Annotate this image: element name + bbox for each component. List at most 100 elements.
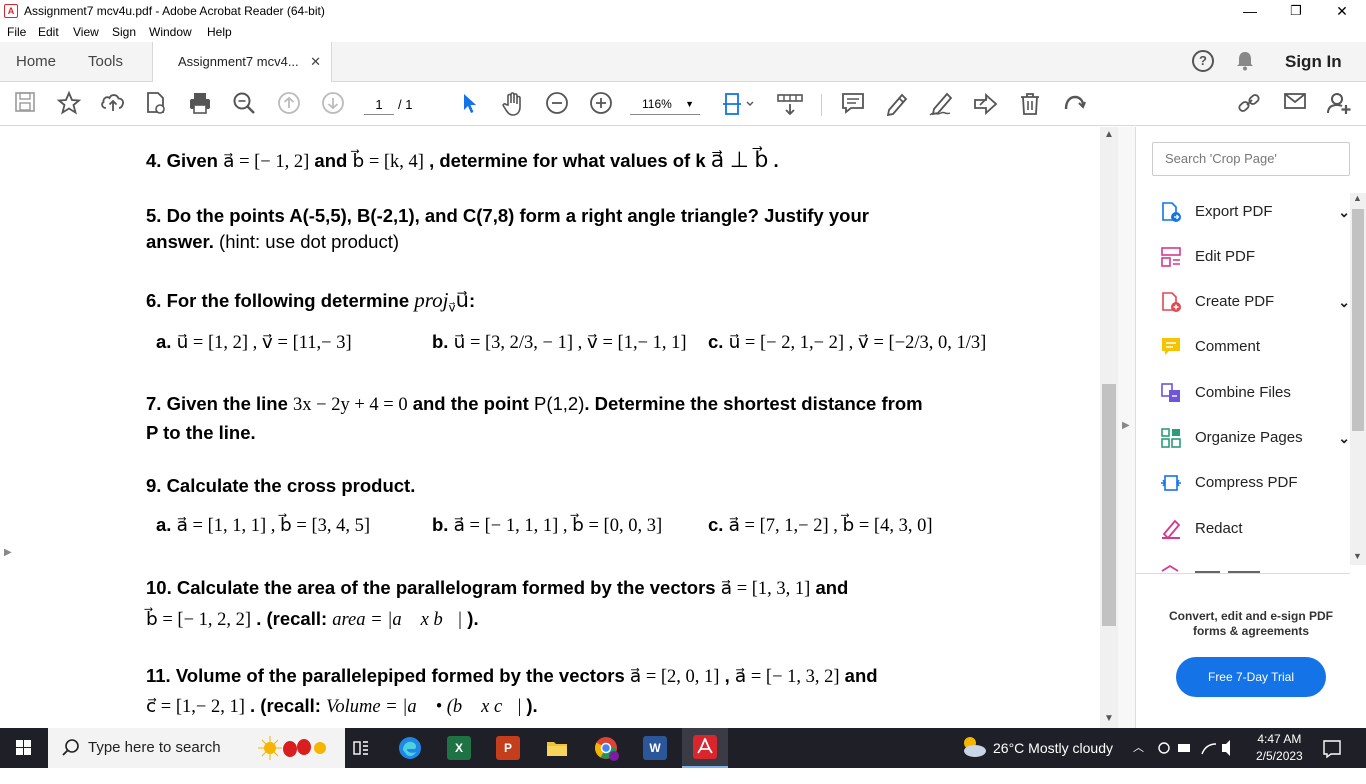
tool-combine-files[interactable]: Combine Files (1160, 378, 1350, 408)
q6-part-c: c. u⃗ = [− 2, 1,− 2] , v⃗ = [−2/3, 0, 1/… (708, 331, 986, 354)
scroll-mode-icon[interactable] (775, 91, 805, 117)
system-clock[interactable]: 4:47 AM 2/5/2023 (1256, 731, 1303, 765)
menu-bar: File Edit View Sign Window Help (0, 22, 1366, 42)
chrome-icon[interactable] (594, 736, 619, 761)
create-pdf-icon[interactable] (143, 91, 169, 117)
tray-apps-icon[interactable] (1156, 728, 1234, 768)
question-11-line-1: 11. Volume of the parallelepiped formed … (146, 665, 878, 688)
page-number-input[interactable]: 1 (364, 95, 394, 115)
document-view[interactable]: ▶ 4. Given a⃗ = [− 1, 2] and b⃗ = [k, 4]… (0, 127, 1100, 728)
hand-tool-icon[interactable] (500, 91, 526, 117)
q6-part-a: a. u⃗ = [1, 2] , v⃗ = [11,− 3] (156, 331, 352, 354)
powerpoint-icon[interactable]: P (496, 736, 520, 760)
q6-part-c-expr: u⃗ = [− 2, 1,− 2] , v⃗ = [−2/3, 0, 1/3] (728, 333, 987, 353)
q4-vector-a: a⃗ = [− 1, 2] (223, 152, 310, 172)
zoom-out-icon[interactable] (544, 91, 570, 117)
task-view-icon[interactable] (349, 736, 373, 760)
page-fit-icon[interactable] (720, 91, 756, 117)
show-hidden-icons-icon[interactable]: ︿ (1133, 728, 1144, 768)
tool-compress-pdf[interactable]: Compress PDF (1160, 468, 1350, 498)
menu-window[interactable]: Window (149, 25, 192, 39)
add-user-icon[interactable] (1326, 91, 1352, 117)
scroll-down-icon[interactable]: ▼ (1100, 713, 1118, 724)
combine-files-icon (1160, 382, 1182, 404)
minimize-button[interactable]: — (1227, 0, 1273, 22)
tool-comment[interactable]: Comment (1160, 332, 1350, 362)
tool-create-pdf[interactable]: Create PDF ⌄ (1160, 287, 1350, 317)
menu-help[interactable]: Help (207, 25, 232, 39)
tab-home[interactable]: Home (16, 42, 56, 82)
notification-center-icon[interactable] (1322, 728, 1342, 768)
restore-button[interactable]: ❐ (1273, 0, 1319, 22)
start-button[interactable] (0, 728, 48, 768)
notification-bell-icon[interactable] (1236, 51, 1254, 76)
right-panel-toggle[interactable]: ▶ (1118, 127, 1136, 728)
upload-cloud-icon[interactable] (100, 91, 126, 117)
comment-icon[interactable] (840, 91, 866, 117)
chevron-down-icon[interactable]: ⌄ (1338, 197, 1350, 227)
q7-point: P(1,2) (533, 393, 585, 414)
free-trial-button[interactable]: Free 7-Day Trial (1176, 657, 1326, 697)
acrobat-taskbar-active[interactable] (682, 728, 728, 768)
tools-search-input[interactable]: Search 'Crop Page' (1152, 142, 1350, 176)
taskbar-search-input[interactable]: Type here to search (48, 728, 345, 768)
file-explorer-icon[interactable] (545, 736, 569, 760)
edge-browser-icon[interactable] (398, 736, 422, 760)
zoom-in-icon[interactable] (588, 91, 614, 117)
tab-tools[interactable]: Tools (88, 42, 123, 82)
word-icon[interactable]: W (643, 736, 667, 760)
q9-part-c: c. a⃗ = [7, 1,− 2] , b⃗ = [4, 3, 0] (708, 514, 932, 537)
sign-icon[interactable] (928, 91, 954, 117)
tools-scrollbar[interactable]: ▲ ▼ (1350, 193, 1366, 565)
highlight-pen-icon[interactable] (884, 91, 910, 117)
menu-view[interactable]: View (73, 25, 99, 39)
sign-in-button[interactable]: Sign In (1285, 52, 1342, 72)
delete-trash-icon[interactable] (1017, 91, 1043, 117)
weather-text[interactable]: 26°C Mostly cloudy (993, 728, 1113, 768)
lantern-decoration-icon (258, 734, 330, 778)
tab-document-label: Assignment7 mcv4... (178, 54, 299, 69)
bookmark-star-icon[interactable] (56, 90, 82, 117)
print-icon[interactable] (187, 91, 213, 117)
scroll-down-icon[interactable]: ▼ (1353, 551, 1362, 561)
email-icon[interactable] (1282, 91, 1308, 117)
menu-file[interactable]: File (7, 25, 26, 39)
menu-edit[interactable]: Edit (38, 25, 59, 39)
select-cursor-icon[interactable] (456, 91, 482, 117)
left-panel-toggle-icon[interactable]: ▶ (4, 547, 12, 558)
close-window-button[interactable]: ✕ (1319, 0, 1365, 22)
q6-part-a-label: a. (156, 331, 177, 352)
document-scroll-thumb[interactable] (1102, 384, 1116, 626)
fill-sign-icon[interactable] (972, 91, 998, 117)
windows-taskbar: Type here to search X P W 26°C Mostly cl… (0, 728, 1366, 768)
tool-organize-pages[interactable]: Organize Pages ⌄ (1160, 423, 1350, 453)
excel-icon[interactable]: X (447, 736, 471, 760)
document-scrollbar[interactable]: ▲ ▼ (1100, 127, 1118, 728)
next-page-icon[interactable] (320, 91, 346, 117)
tab-document[interactable]: Assignment7 mcv4... ✕ (152, 42, 332, 83)
chevron-down-icon[interactable]: ⌄ (1338, 287, 1350, 317)
tool-redact[interactable]: Redact (1160, 514, 1350, 544)
scroll-up-icon[interactable]: ▲ (1100, 129, 1118, 140)
q9-part-c-label: c. (708, 514, 729, 535)
zoom-level-dropdown[interactable]: 116% ▼ (630, 93, 700, 115)
close-tab-icon[interactable]: ✕ (310, 42, 321, 82)
tool-combine-files-label: Combine Files (1195, 384, 1291, 401)
help-icon[interactable]: ? (1192, 50, 1214, 72)
share-link-icon[interactable] (1236, 91, 1262, 117)
question-4: 4. Given a⃗ = [− 1, 2] and b⃗ = [k, 4] ,… (146, 147, 779, 173)
previous-page-icon[interactable] (276, 91, 302, 117)
scroll-up-icon[interactable]: ▲ (1353, 193, 1362, 203)
tools-scroll-thumb[interactable] (1352, 209, 1364, 431)
more-tools-partial (1160, 559, 1350, 573)
menu-sign[interactable]: Sign (112, 25, 136, 39)
tool-edit-pdf[interactable]: Edit PDF (1160, 242, 1350, 272)
tool-export-pdf[interactable]: Export PDF ⌄ (1160, 197, 1350, 227)
chevron-down-icon[interactable]: ⌄ (1338, 423, 1350, 453)
weather-icon[interactable] (958, 728, 988, 768)
save-icon[interactable] (12, 91, 38, 117)
redo-rotate-icon[interactable] (1061, 91, 1087, 117)
q11-vector-c: c⃗ = [1,− 2, 1] (146, 697, 245, 717)
window-title: Assignment7 mcv4u.pdf - Adobe Acrobat Re… (24, 4, 325, 18)
find-text-icon[interactable] (231, 91, 257, 117)
